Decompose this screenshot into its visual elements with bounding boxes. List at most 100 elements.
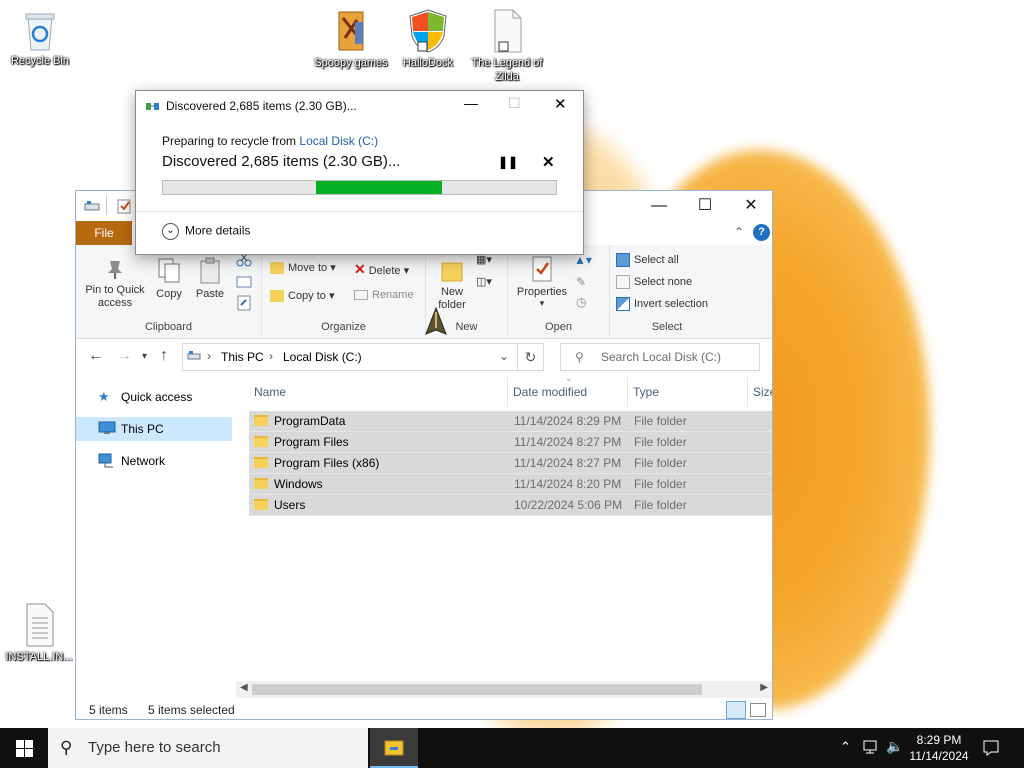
star-icon: ★ (98, 389, 110, 404)
breadcrumb-this-pc[interactable]: This PC (221, 350, 264, 364)
cancel-button[interactable]: ✕ (542, 153, 555, 171)
recycle-bin-icon (25, 13, 55, 51)
nav-item-quick-access[interactable]: ★ Quick access (76, 385, 232, 409)
paste-shortcut-icon[interactable] (236, 295, 252, 311)
maximize-button[interactable]: ☐ (682, 191, 728, 221)
table-row[interactable]: Windows 11/14/2024 8:20 PM File folder (249, 474, 772, 495)
history-icon[interactable]: ◷ (576, 295, 586, 309)
table-row[interactable]: Program Files (x86) 11/14/2024 8:27 PM F… (249, 453, 772, 474)
ribbon-collapse-icon[interactable]: ⌃ (734, 225, 744, 239)
chevron-down-icon: ▾ (486, 276, 492, 288)
ribbon-group-open: Properties ▾ ▲▾ ✎ ◷ Open (508, 245, 610, 339)
scrollbar-thumb[interactable] (252, 684, 702, 695)
new-folder-button[interactable]: New folder (430, 257, 474, 312)
file-name: Program Files (x86) (274, 456, 380, 470)
file-list: Name Date modified Type Size ⌄ ProgramDa… (249, 377, 772, 687)
back-arrow-icon[interactable]: ← (88, 347, 104, 365)
nav-item-network[interactable]: Network (76, 449, 232, 473)
notifications-icon[interactable] (982, 739, 1000, 768)
column-header-type[interactable]: Type (628, 377, 748, 407)
move-to-label: Move to (288, 262, 328, 274)
table-row[interactable]: Program Files 11/14/2024 8:27 PM File fo… (249, 432, 772, 453)
forward-arrow-icon[interactable]: → (116, 347, 132, 365)
ribbon-group-select: Select all Select none Invert selection … (610, 245, 724, 339)
desktop-icon-legend-of-zilda[interactable]: The Legend of Zilda (469, 8, 545, 84)
chevron-down-icon: ▾ (330, 262, 336, 274)
group-label-open: Open (545, 321, 572, 333)
horizontal-scrollbar[interactable]: ◀ ▶ (236, 681, 772, 698)
select-all-button[interactable]: Select all (616, 253, 720, 267)
open-icon[interactable]: ▲▾ (574, 253, 592, 267)
dialog-minimize-button[interactable]: — (464, 95, 478, 111)
rename-label: Rename (372, 289, 414, 301)
desktop-icon-install[interactable]: INSTALL.IN... (1, 602, 77, 664)
easy-access-button[interactable]: ◫▾ (476, 275, 504, 288)
properties-qat-icon[interactable] (116, 198, 132, 214)
file-date: 11/14/2024 8:20 PM (514, 477, 622, 491)
show-hidden-icons-chevron-icon[interactable]: ⌃ (840, 739, 851, 768)
pin-label: Pin to Quick access (85, 284, 145, 309)
delete-icon: ✕ (354, 261, 366, 277)
desktop-icon-spoopy-games[interactable]: Spoopy games (313, 8, 389, 70)
copy-button[interactable]: Copy (152, 257, 186, 300)
file-name: Program Files (274, 435, 349, 449)
help-icon[interactable]: ? (753, 224, 770, 241)
more-details-button[interactable]: ⌄ More details (162, 223, 250, 240)
table-row[interactable]: Users 10/22/2024 5:06 PM File folder (249, 495, 772, 516)
close-button[interactable]: ✕ (728, 191, 774, 221)
network-tray-icon[interactable] (862, 739, 880, 768)
folder-icon (254, 457, 268, 468)
file-date: 11/14/2024 8:27 PM (514, 456, 622, 470)
search-input[interactable]: ⚲ Search Local Disk (C:) (560, 343, 760, 371)
refresh-icon: ↻ (524, 349, 537, 365)
group-label-organize: Organize (321, 321, 366, 333)
table-row[interactable]: ProgramData 11/14/2024 8:29 PM File fold… (249, 411, 772, 432)
pause-button[interactable]: ❚❚ (498, 155, 518, 169)
address-box[interactable]: › This PC › Local Disk (C:) ⌄ (182, 343, 518, 371)
details-view-icon[interactable] (726, 701, 746, 719)
column-header-name[interactable]: Name (249, 377, 508, 407)
taskbar-clock[interactable]: 8:29 PM 11/14/2024 (900, 732, 978, 764)
nav-label: Quick access (121, 390, 193, 404)
file-date: 11/14/2024 8:27 PM (514, 435, 622, 449)
paste-button[interactable]: Paste (192, 257, 228, 300)
pin-to-quick-access-button[interactable]: Pin to Quick access (82, 257, 148, 310)
select-none-label: Select none (634, 275, 693, 288)
nav-item-this-pc[interactable]: This PC (76, 417, 232, 441)
dialog-close-button[interactable]: ✕ (554, 95, 567, 113)
nav-label: This PC (121, 422, 164, 436)
address-bar-row: ← → ▾ ↑ › This PC › Local Disk (C:) ⌄ ↻ … (76, 339, 772, 377)
breadcrumb-local-disk[interactable]: Local Disk (C:) (283, 350, 362, 364)
column-header-size[interactable]: Size (748, 377, 772, 407)
address-dropdown-chevron-icon[interactable]: ⌄ (499, 349, 509, 363)
tab-file[interactable]: File (76, 221, 132, 245)
dialog-maximize-button: ☐ (508, 95, 521, 111)
select-none-button[interactable]: Select none (616, 275, 720, 289)
copy-to-button[interactable]: Copy to ▾ (270, 289, 354, 303)
taskbar: ⚲ Type here to search ⌃ 🔈 8:29 PM 11/14/… (0, 728, 1024, 768)
scroll-right-icon[interactable]: ▶ (760, 682, 768, 693)
start-button[interactable] (0, 728, 48, 768)
properties-button[interactable]: Properties ▾ (512, 255, 572, 309)
taskbar-search-input[interactable]: ⚲ Type here to search (48, 728, 368, 768)
drive-icon (84, 201, 100, 211)
copy-path-icon[interactable] (236, 275, 252, 289)
taskbar-file-explorer[interactable] (370, 728, 418, 768)
large-icons-view-icon[interactable] (750, 703, 766, 717)
move-to-button[interactable]: Move to ▾ (270, 261, 354, 275)
dialog-status-line: Preparing to recycle from Local Disk (C:… (162, 134, 378, 148)
rename-button[interactable]: Rename (354, 289, 424, 301)
recent-locations-chevron-icon[interactable]: ▾ (142, 351, 147, 362)
up-arrow-icon[interactable]: ↑ (160, 347, 168, 365)
invert-selection-button[interactable]: Invert selection (616, 297, 720, 311)
minimize-button[interactable]: — (636, 191, 682, 221)
desktop-icon-hallodock[interactable]: HalloDock (390, 8, 466, 70)
edit-icon[interactable]: ✎ (576, 275, 586, 289)
source-link[interactable]: Local Disk (C:) (299, 134, 378, 148)
delete-button[interactable]: ✕ Delete ▾ (354, 261, 424, 278)
desktop-icon-recycle-bin[interactable]: Recycle Bin (2, 8, 78, 68)
scroll-left-icon[interactable]: ◀ (240, 682, 248, 693)
easy-access-icon: ◫ (476, 276, 487, 288)
cut-icon[interactable] (236, 253, 252, 267)
refresh-button[interactable]: ↻ (518, 343, 544, 371)
